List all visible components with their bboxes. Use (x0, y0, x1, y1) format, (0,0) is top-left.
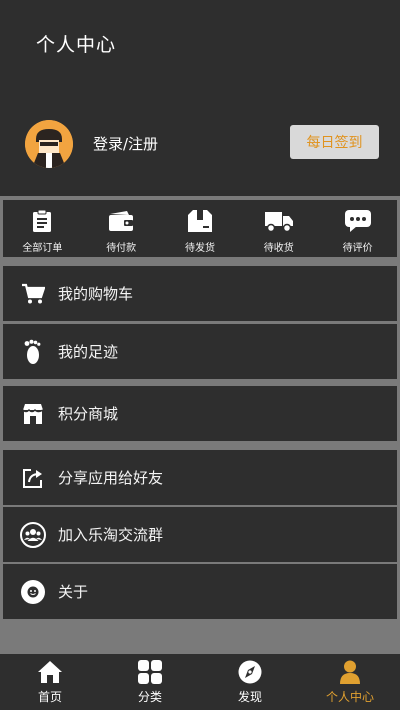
share-icon (20, 465, 46, 491)
compass-icon (238, 660, 262, 684)
menu-label: 我的足迹 (58, 343, 119, 361)
person-icon (340, 660, 360, 684)
tab-home[interactable]: 首页 (0, 654, 100, 710)
menu-footprints[interactable]: 我的足迹 (3, 324, 397, 379)
chat-bubble-icon (344, 210, 371, 232)
login-register-link[interactable]: 登录/注册 (93, 133, 158, 154)
order-label: 待收货 (263, 243, 294, 254)
clipboard-icon (33, 209, 52, 232)
tab-label: 首页 (37, 690, 62, 704)
order-all[interactable]: 全部订单 (3, 200, 82, 257)
wallet-icon (109, 211, 134, 231)
bottom-tab-bar: 首页 分类 发现 个人中心 (0, 654, 400, 710)
page-title: 个人中心 (36, 34, 117, 56)
avatar[interactable] (25, 120, 73, 168)
order-pending-shipment[interactable]: 待发货 (161, 200, 240, 257)
menu-label: 积分商城 (58, 405, 119, 423)
profile-header: 个人中心 登录/注册 每日签到 (0, 0, 400, 196)
order-status-bar: 全部订单 待付款 待发货 待收货 待评价 (3, 200, 397, 257)
order-pending-review[interactable]: 待评价 (318, 200, 397, 257)
grid-icon (138, 660, 162, 684)
order-label: 全部订单 (22, 243, 63, 254)
daily-checkin-button[interactable]: 每日签到 (290, 125, 379, 159)
tab-profile[interactable]: 个人中心 (300, 654, 400, 710)
package-icon (187, 210, 212, 232)
menu-join-group[interactable]: 加入乐淘交流群 (3, 507, 397, 562)
menu-label: 分享应用给好友 (58, 469, 164, 487)
info-icon (20, 579, 46, 605)
order-label: 待付款 (106, 243, 137, 254)
truck-icon (264, 212, 293, 233)
tab-label: 分类 (137, 690, 162, 704)
tab-label: 个人中心 (325, 690, 374, 704)
tab-discover[interactable]: 发现 (200, 654, 300, 710)
order-pending-payment[interactable]: 待付款 (82, 200, 161, 257)
footprint-icon (20, 339, 46, 365)
order-label: 待评价 (342, 243, 373, 254)
menu-about[interactable]: 关于 (3, 564, 397, 619)
shopping-cart-icon (20, 281, 46, 307)
group-icon (20, 521, 46, 548)
menu-label: 加入乐淘交流群 (58, 526, 164, 544)
tab-label: 发现 (237, 690, 262, 704)
home-icon (38, 661, 62, 683)
order-label: 待发货 (184, 243, 215, 254)
tab-category[interactable]: 分类 (100, 654, 200, 710)
menu-label: 关于 (58, 583, 89, 601)
order-pending-receipt[interactable]: 待收货 (239, 200, 318, 257)
avatar-face-icon (25, 120, 73, 168)
menu-shopping-cart[interactable]: 我的购物车 (3, 266, 397, 321)
menu-points-mall[interactable]: 积分商城 (3, 386, 397, 441)
menu-label: 我的购物车 (58, 285, 134, 303)
store-icon (20, 401, 46, 427)
menu-share-app[interactable]: 分享应用给好友 (3, 450, 397, 505)
